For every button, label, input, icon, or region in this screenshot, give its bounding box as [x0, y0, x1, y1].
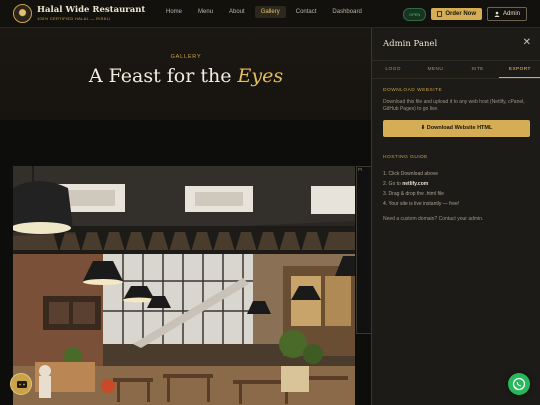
nav-actions: OPEN Order Now Admin [402, 7, 527, 21]
hosting-step: 1. Click Download above [383, 169, 459, 179]
admin-panel-header: Admin Panel ✕ [372, 28, 540, 61]
nav-link-dashboard[interactable]: Dashboard [326, 6, 367, 18]
restaurant-interior-illustration [13, 166, 355, 405]
whatsapp-icon-glyph [512, 377, 526, 391]
admin-button[interactable]: Admin [486, 7, 527, 21]
brand-text: Halal Wide Restaurant 100% CERTIFIED HAL… [37, 6, 145, 21]
admin-panel-title: Admin Panel [383, 39, 438, 49]
hosting-step: 3. Drag & drop the .html file [383, 189, 459, 199]
hosting-step-text: 4. Your site is live instantly — free! [383, 201, 460, 207]
nav-link-about[interactable]: About [223, 6, 251, 18]
tab-export[interactable]: EXPORT [498, 61, 540, 78]
custom-domain-note: Need a custom domain? Contact your admin… [383, 216, 484, 222]
whatsapp-icon[interactable] [508, 373, 530, 395]
hosting-step: 4. Your site is live instantly — free! [383, 199, 459, 209]
admin-panel: Admin Panel ✕ LOGO MENU SITE EXPORT DOWN… [371, 28, 540, 405]
user-icon [494, 11, 500, 17]
nav-link-home[interactable]: Home [160, 6, 188, 18]
tab-menu[interactable]: MENU [414, 61, 456, 78]
hero-title-main: A Feast for the [88, 65, 232, 87]
gallery-photo-restaurant-interior[interactable] [13, 166, 355, 405]
hero-title: A Feast for the Eyes [0, 65, 372, 87]
hosting-step-text: 1. Click Download above [383, 171, 439, 177]
broken-gallery-image[interactable]: PI [356, 166, 372, 334]
broken-image-alt-text: PI [358, 167, 363, 172]
hero-title-accent: Eyes [237, 65, 284, 87]
top-navbar: Halal Wide Restaurant 100% CERTIFIED HAL… [0, 0, 540, 28]
nav-link-gallery[interactable]: Gallery [254, 6, 286, 18]
download-website-button[interactable]: ⬇ Download Website HTML [383, 120, 530, 137]
admin-label: Admin [502, 11, 520, 17]
hosting-step-text: 2. Go to [383, 181, 403, 187]
brand[interactable]: Halal Wide Restaurant 100% CERTIFIED HAL… [13, 4, 145, 23]
hosting-guide-label: HOSTING GUIDE [383, 155, 428, 160]
tab-site[interactable]: SITE [457, 61, 499, 78]
tab-logo[interactable]: LOGO [372, 61, 414, 78]
open-status-badge: OPEN [402, 7, 427, 21]
gallery-hero: GALLERY A Feast for the Eyes [0, 28, 372, 120]
nav-link-contact[interactable]: Contact [290, 6, 323, 18]
chat-icon-glyph [17, 381, 27, 388]
chat-icon[interactable] [10, 373, 32, 395]
nav-link-menu[interactable]: Menu [192, 6, 219, 18]
hosting-step: 2. Go to netlify.com [383, 179, 459, 189]
netlify-link[interactable]: netlify.com [402, 181, 428, 187]
order-now-button[interactable]: Order Now [431, 8, 482, 20]
brand-name: Halal Wide Restaurant [37, 5, 146, 16]
close-icon[interactable]: ✕ [523, 37, 531, 48]
hosting-steps-list: 1. Click Download above 2. Go to netlify… [383, 169, 459, 209]
download-section-label: DOWNLOAD WEBSITE [383, 88, 443, 93]
hero-eyebrow: GALLERY [170, 54, 202, 60]
nav-links: Home Menu About Gallery Contact Dashboar… [160, 6, 368, 18]
download-description: Download this file and upload it to any … [383, 99, 525, 112]
admin-panel-tabs: LOGO MENU SITE EXPORT [372, 61, 540, 79]
logo-emblem-icon [13, 4, 32, 23]
brand-tagline: 100% CERTIFIED HALAL — RISKLI [37, 15, 111, 21]
order-now-label: Order Now [445, 11, 476, 17]
hosting-step-text: 3. Drag & drop the .html file [383, 191, 444, 197]
phone-icon [437, 11, 443, 17]
